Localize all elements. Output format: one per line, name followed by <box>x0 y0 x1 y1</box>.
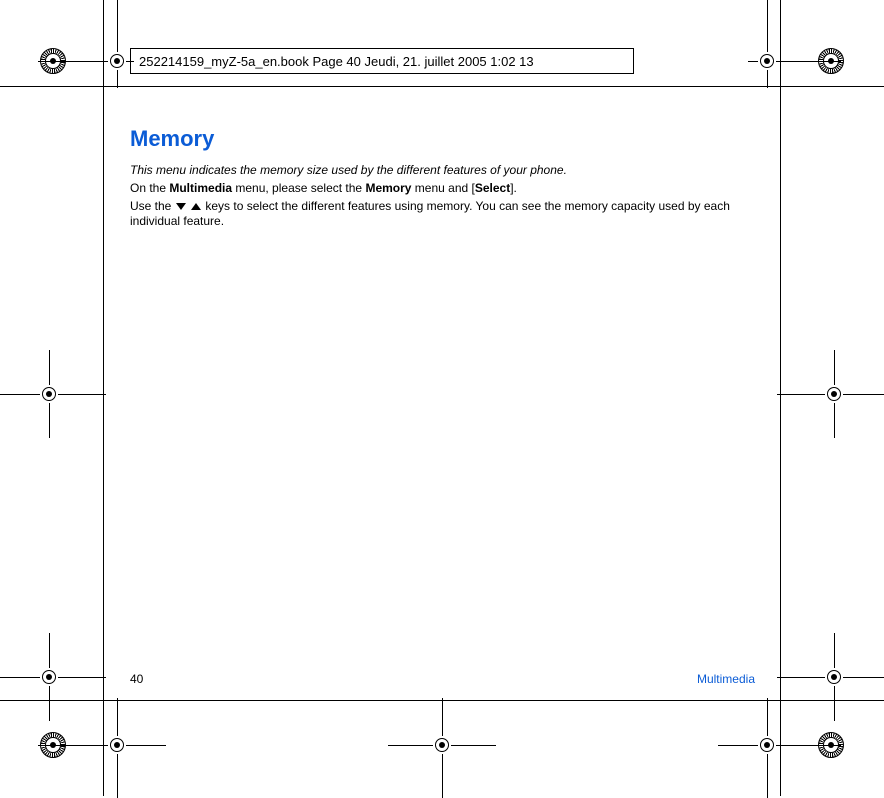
arrow-down-icon <box>176 203 186 210</box>
crop-target-icon <box>825 385 843 403</box>
bold-text: Select <box>475 181 510 195</box>
bold-text: Multimedia <box>169 181 232 195</box>
crop-target-icon <box>758 52 776 70</box>
text-fragment: Use the <box>130 199 175 213</box>
crop-target-icon <box>108 52 126 70</box>
frame-line-top <box>0 86 884 87</box>
bold-text: Memory <box>365 181 411 195</box>
text-fragment: On the <box>130 181 169 195</box>
crop-target-icon <box>433 736 451 754</box>
section-name: Multimedia <box>697 672 755 686</box>
crop-target-icon <box>825 668 843 686</box>
instruction-line-1: On the Multimedia menu, please select th… <box>130 181 755 196</box>
arrow-up-icon <box>191 203 201 210</box>
page-footer: 40 Multimedia <box>130 672 755 686</box>
crop-target-icon <box>108 736 126 754</box>
crop-target-icon <box>40 668 58 686</box>
text-fragment: ]. <box>510 181 517 195</box>
crop-target-icon <box>758 736 776 754</box>
crop-target-icon <box>40 385 58 403</box>
page-number: 40 <box>130 672 143 686</box>
print-header-box: 252214159_myZ-5a_en.book Page 40 Jeudi, … <box>130 48 634 74</box>
instruction-line-2: Use the keys to select the different fea… <box>130 199 755 229</box>
text-fragment: menu and [ <box>411 181 474 195</box>
page-content: Memory This menu indicates the memory si… <box>130 125 755 232</box>
section-title: Memory <box>130 125 755 153</box>
text-fragment: keys to select the different features us… <box>130 199 730 228</box>
intro-text: This menu indicates the memory size used… <box>130 163 755 178</box>
print-header-text: 252214159_myZ-5a_en.book Page 40 Jeudi, … <box>139 54 534 69</box>
text-fragment: menu, please select the <box>232 181 365 195</box>
